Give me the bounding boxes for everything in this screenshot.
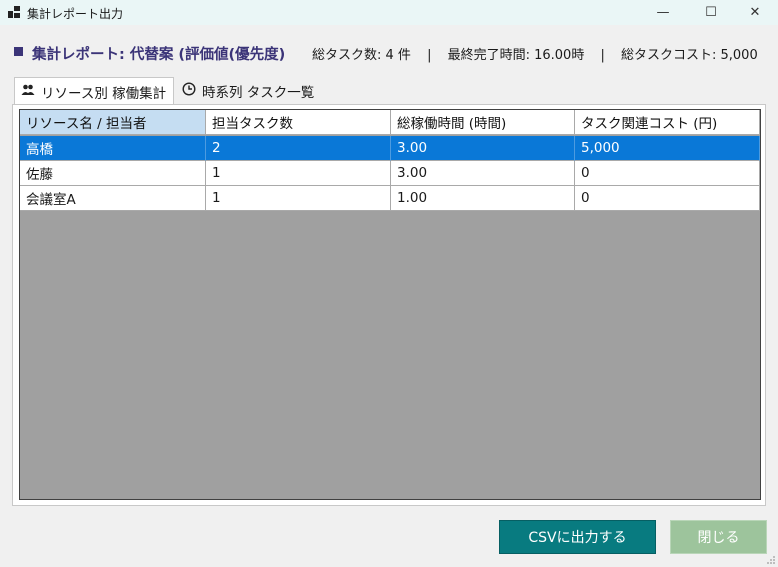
resize-grip-icon[interactable] <box>766 555 776 565</box>
cell-cost[interactable]: 0 <box>575 161 760 186</box>
app-icon <box>8 6 20 18</box>
column-header-total-hours[interactable]: 総稼働時間 (時間) <box>391 110 575 135</box>
final-completion-stat: 最終完了時間: 16.00時 <box>447 48 585 63</box>
tab-label: リソース別 稼働集計 <box>41 85 167 102</box>
tab-timeline[interactable]: 時系列 タスク一覧 <box>176 77 326 104</box>
window-title: 集計レポート出力 <box>27 7 124 21</box>
cell-cost[interactable]: 0 <box>575 186 760 211</box>
minimize-button[interactable]: — <box>640 0 686 25</box>
title-bar: 集計レポート出力 — ☐ ✕ <box>0 0 778 25</box>
minimize-icon: — <box>656 5 670 20</box>
cell-task-count[interactable]: 2 <box>206 136 391 161</box>
cell-resource[interactable]: 佐藤 <box>20 161 206 186</box>
report-title: 集計レポート: 代替案 (評価値(優先度) <box>32 47 286 63</box>
table-row[interactable]: 会議室A 1 1.00 0 <box>20 186 760 211</box>
clock-icon <box>182 82 196 99</box>
stat-separator: | <box>600 48 605 63</box>
cell-cost[interactable]: 5,000 <box>575 136 760 161</box>
total-cost-stat: 総タスクコスト: 5,000 <box>621 48 758 63</box>
header-square-icon <box>14 47 23 56</box>
column-header-cost[interactable]: タスク関連コスト (円) <box>575 110 760 135</box>
table-row[interactable]: 高橋 2 3.00 5,000 <box>20 136 760 161</box>
close-button[interactable]: 閉じる <box>670 520 767 554</box>
table-row[interactable]: 佐藤 1 3.00 0 <box>20 161 760 186</box>
maximize-icon: ☐ <box>705 5 717 20</box>
maximize-button[interactable]: ☐ <box>688 0 734 25</box>
resource-grid[interactable]: リソース名 / 担当者 担当タスク数 総稼働時間 (時間) タスク関連コスト (… <box>19 109 761 500</box>
cell-resource[interactable]: 高橋 <box>20 136 206 161</box>
cell-task-count[interactable]: 1 <box>206 161 391 186</box>
grid-header-row: リソース名 / 担当者 担当タスク数 総稼働時間 (時間) タスク関連コスト (… <box>20 110 760 135</box>
total-tasks-stat: 総タスク数: 4 件 <box>312 48 411 63</box>
cell-total-hours[interactable]: 1.00 <box>391 186 575 211</box>
tab-resource-summary[interactable]: リソース別 稼働集計 <box>14 77 174 105</box>
tab-label: 時系列 タスク一覧 <box>202 84 315 101</box>
cell-total-hours[interactable]: 3.00 <box>391 136 575 161</box>
column-header-resource[interactable]: リソース名 / 担当者 <box>20 110 206 135</box>
cell-task-count[interactable]: 1 <box>206 186 391 211</box>
close-window-button[interactable]: ✕ <box>732 0 778 25</box>
cell-total-hours[interactable]: 3.00 <box>391 161 575 186</box>
column-header-task-count[interactable]: 担当タスク数 <box>206 110 391 135</box>
close-icon: ✕ <box>749 5 761 20</box>
report-stats: 総タスク数: 4 件 | 最終完了時間: 16.00時 | 総タスクコスト: 5… <box>312 44 758 63</box>
export-csv-button[interactable]: CSVに出力する <box>499 520 656 554</box>
cell-resource[interactable]: 会議室A <box>20 186 206 211</box>
stat-separator: | <box>427 48 432 63</box>
people-icon <box>21 84 35 99</box>
